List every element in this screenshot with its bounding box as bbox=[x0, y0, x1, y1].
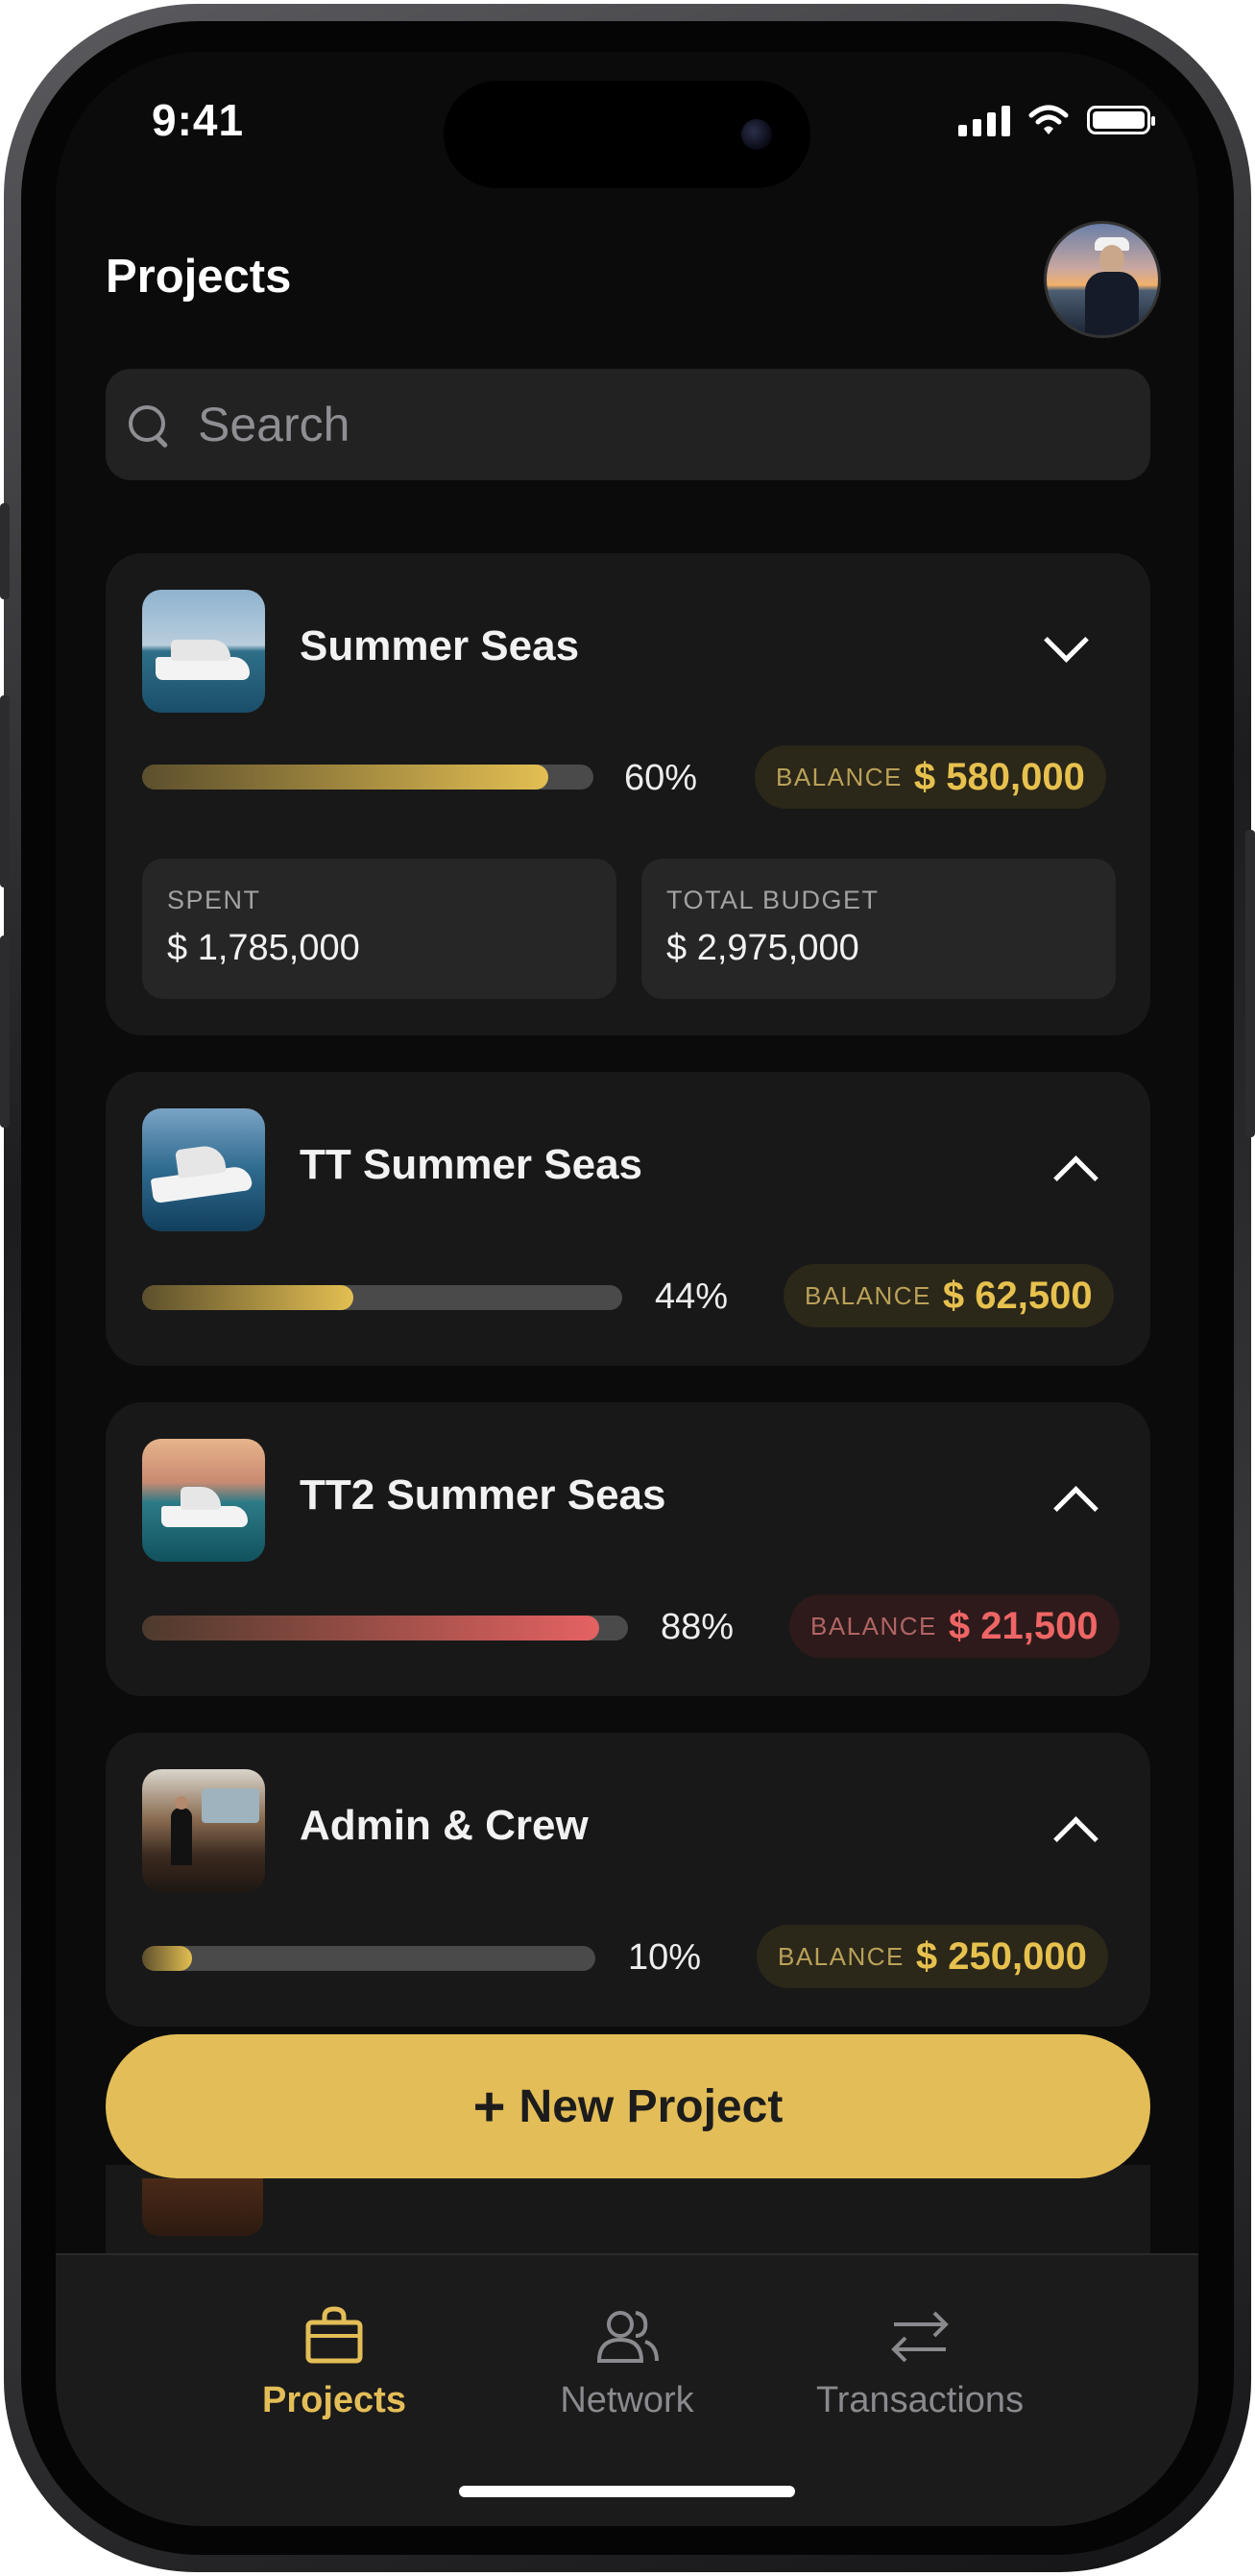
progress-percent: 60% bbox=[624, 758, 698, 798]
balance-badge: BALANCE $ 21,500 bbox=[789, 1594, 1120, 1658]
project-card[interactable]: Admin & Crew 10% BALANCE $ 250,000 bbox=[106, 1733, 1150, 2027]
chevron-down-icon[interactable] bbox=[1044, 618, 1089, 663]
tab-transactions[interactable]: Transactions bbox=[776, 2303, 1064, 2438]
front-camera bbox=[741, 119, 772, 150]
status-icons bbox=[958, 104, 1155, 136]
dynamic-island bbox=[444, 81, 810, 188]
progress-bar bbox=[142, 1285, 622, 1310]
progress-bar bbox=[142, 1616, 628, 1640]
balance-label: BALANCE bbox=[776, 762, 903, 791]
new-project-button[interactable]: + New Project bbox=[106, 2034, 1150, 2178]
plus-icon: + bbox=[472, 2075, 506, 2138]
power-button bbox=[1245, 830, 1255, 1137]
project-name: Summer Seas bbox=[300, 622, 580, 669]
balance-value: $ 21,500 bbox=[948, 1604, 1098, 1647]
project-card[interactable]: TT Summer Seas 44% BALANCE $ 62,500 bbox=[106, 1072, 1150, 1366]
progress-fill bbox=[142, 1285, 353, 1310]
arrows-swap-icon bbox=[891, 2311, 949, 2363]
balance-value: $ 62,500 bbox=[942, 1274, 1093, 1317]
project-thumbnail bbox=[142, 1108, 265, 1231]
tab-network[interactable]: Network bbox=[483, 2303, 771, 2438]
people-icon bbox=[596, 2311, 659, 2363]
balance-value: $ 580,000 bbox=[913, 755, 1085, 798]
volume-down-button bbox=[0, 936, 10, 1128]
project-name: TT Summer Seas bbox=[300, 1141, 643, 1188]
tab-label: Network bbox=[560, 2380, 694, 2420]
progress-bar bbox=[142, 765, 593, 790]
chevron-up-icon[interactable] bbox=[1053, 1816, 1098, 1861]
volume-up-button bbox=[0, 695, 10, 887]
total-budget-box: TOTAL BUDGET $ 2,975,000 bbox=[641, 859, 1116, 999]
home-indicator bbox=[459, 2486, 795, 2497]
shopping-bag-icon bbox=[305, 2306, 363, 2364]
project-thumbnail bbox=[142, 1769, 265, 1892]
spent-box: SPENT $ 1,785,000 bbox=[142, 859, 616, 999]
balance-label: BALANCE bbox=[805, 1280, 931, 1310]
status-time: 9:41 bbox=[152, 95, 245, 145]
action-button bbox=[0, 503, 10, 599]
status-bar: 9:41 bbox=[56, 52, 1198, 188]
project-thumbnail bbox=[142, 590, 265, 713]
spent-label: SPENT bbox=[167, 886, 261, 914]
search-input[interactable] bbox=[196, 396, 968, 453]
balance-badge: BALANCE $ 250,000 bbox=[757, 1925, 1108, 1988]
tab-projects[interactable]: Projects bbox=[190, 2303, 478, 2438]
project-card[interactable]: TT2 Summer Seas 88% BALANCE $ 21,500 bbox=[106, 1402, 1150, 1696]
project-card[interactable]: Summer Seas 60% BALANCE $ 580,000 SPENT … bbox=[106, 553, 1150, 1035]
progress-fill bbox=[142, 1946, 192, 1971]
tab-label: Projects bbox=[262, 2380, 406, 2420]
cellular-signal-icon bbox=[958, 104, 1010, 136]
battery-icon bbox=[1087, 106, 1155, 134]
progress-fill bbox=[142, 765, 548, 790]
page-title: Projects bbox=[106, 251, 292, 303]
balance-badge: BALANCE $ 62,500 bbox=[784, 1264, 1114, 1327]
search-bar[interactable] bbox=[106, 369, 1150, 480]
new-project-label: New Project bbox=[519, 2080, 784, 2132]
search-icon bbox=[129, 405, 167, 444]
progress-percent: 88% bbox=[661, 1607, 735, 1647]
wifi-icon bbox=[1028, 105, 1069, 134]
progress-bar bbox=[142, 1946, 595, 1971]
project-name: Admin & Crew bbox=[300, 1802, 589, 1849]
balance-badge: BALANCE $ 580,000 bbox=[755, 745, 1106, 809]
screen: 9:41 Projects Summer Seas bbox=[56, 52, 1198, 2526]
chevron-up-icon[interactable] bbox=[1053, 1155, 1098, 1201]
balance-label: BALANCE bbox=[810, 1611, 937, 1640]
project-name: TT2 Summer Seas bbox=[300, 1471, 666, 1519]
total-budget-label: TOTAL BUDGET bbox=[666, 886, 880, 914]
chevron-up-icon[interactable] bbox=[1053, 1486, 1098, 1531]
project-thumbnail bbox=[142, 2178, 263, 2236]
balance-value: $ 250,000 bbox=[915, 1934, 1087, 1978]
progress-percent: 44% bbox=[655, 1276, 729, 1317]
balance-label: BALANCE bbox=[778, 1941, 905, 1971]
progress-fill bbox=[142, 1616, 599, 1640]
avatar[interactable] bbox=[1044, 221, 1161, 338]
tab-label: Transactions bbox=[815, 2380, 1025, 2420]
progress-percent: 10% bbox=[628, 1937, 702, 1978]
total-budget-value: $ 2,975,000 bbox=[666, 928, 859, 968]
spent-value: $ 1,785,000 bbox=[167, 928, 360, 968]
project-thumbnail bbox=[142, 1439, 265, 1562]
